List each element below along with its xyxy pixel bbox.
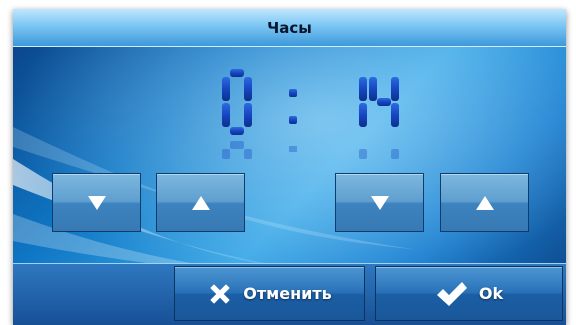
triangle-down-icon	[87, 195, 106, 210]
triangle-up-icon	[475, 195, 494, 210]
time-separator	[289, 89, 297, 124]
minute-decrease-button[interactable]	[335, 173, 424, 232]
time-separator-reflection	[289, 146, 297, 152]
hour-decrease-button[interactable]	[52, 173, 141, 232]
ok-label: Ok	[478, 284, 504, 303]
x-icon	[210, 284, 230, 303]
minutes-ones-digit	[369, 77, 399, 127]
triangle-up-icon	[191, 195, 210, 210]
triangle-down-icon	[370, 195, 389, 210]
checkmark-icon	[436, 281, 467, 306]
cancel-button[interactable]: Отменить	[174, 266, 365, 321]
hours-ones-digit-reflection	[222, 141, 252, 159]
minutes-tens-digit	[359, 77, 367, 127]
minute-increase-button[interactable]	[440, 173, 529, 232]
minutes-tens-digit-reflection	[359, 149, 367, 159]
hours-ones-digit	[222, 69, 252, 135]
clock-settings-screen: Часы Отменить Ok	[13, 9, 566, 325]
hour-increase-button[interactable]	[156, 173, 245, 232]
ok-button[interactable]: Ok	[375, 266, 563, 321]
cancel-label: Отменить	[243, 284, 332, 303]
minutes-ones-digit-reflection	[391, 149, 399, 159]
